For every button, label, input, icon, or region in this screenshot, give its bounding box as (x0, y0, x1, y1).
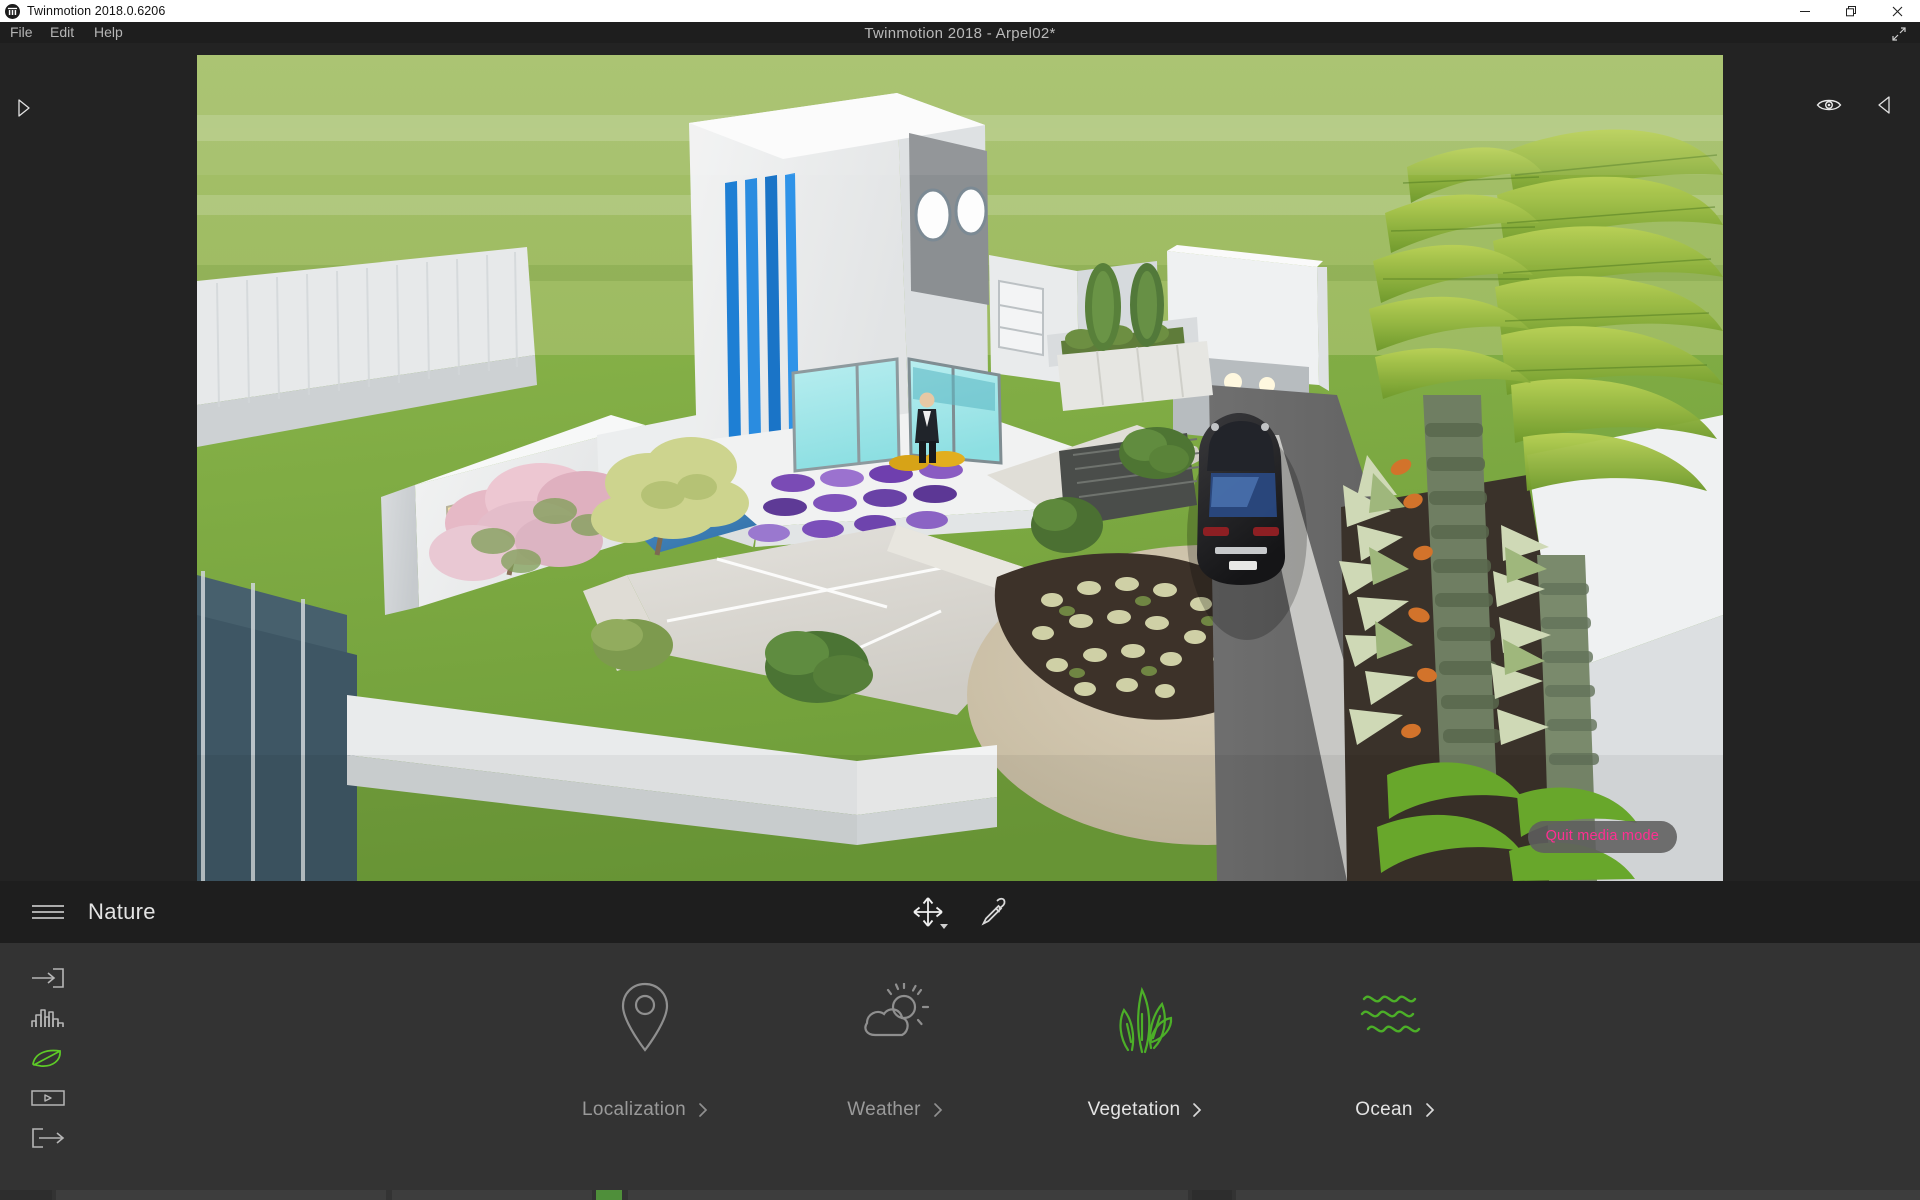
dock-rail (0, 943, 92, 1200)
tile-localization-label-row: Localization (582, 1099, 708, 1121)
minimize-button[interactable] (1782, 0, 1828, 22)
app-title: Twinmotion 2018.0.6206 (27, 4, 166, 18)
close-button[interactable] (1874, 0, 1920, 22)
library-segment-active[interactable] (596, 1190, 622, 1200)
tile-weather[interactable]: Weather (770, 943, 1020, 1121)
tile-vegetation[interactable]: Vegetation (1020, 943, 1270, 1121)
chevron-right-icon (1425, 1102, 1435, 1118)
restore-button[interactable] (1828, 0, 1874, 22)
chevron-right-icon (698, 1102, 708, 1118)
rail-item-urban[interactable] (30, 1003, 66, 1033)
triangle-left-icon[interactable] (1872, 93, 1898, 117)
quit-media-mode-button[interactable]: Quit media mode (1527, 821, 1677, 853)
rail-item-media[interactable] (30, 1083, 66, 1113)
chevron-right-icon (933, 1102, 943, 1118)
menu-item-help[interactable]: Help (94, 22, 123, 43)
menu-bar: File Edit Help (0, 22, 1920, 43)
chevron-right-icon (1192, 1102, 1202, 1118)
rail-item-nature[interactable] (30, 1043, 66, 1073)
viewport-stage: Quit media mode (0, 43, 1920, 881)
window-title-bar: Twinmotion 2018.0.6206 (0, 0, 1920, 22)
tile-ocean-label-row: Ocean (1355, 1099, 1434, 1121)
eyedropper-icon[interactable] (971, 891, 1013, 933)
tile-localization-label: Localization (582, 1099, 686, 1120)
library-segment[interactable] (392, 1190, 592, 1200)
sun-cloud-icon (857, 979, 933, 1057)
library-segment[interactable] (628, 1190, 1188, 1200)
triangle-right-icon[interactable] (10, 93, 36, 123)
rail-item-export[interactable] (30, 1123, 66, 1153)
view-tools (1816, 93, 1898, 117)
library-segment[interactable] (0, 1190, 52, 1200)
tile-weather-label: Weather (847, 1099, 921, 1120)
eye-icon[interactable] (1816, 93, 1842, 117)
library-strip[interactable] (0, 1190, 1920, 1200)
rail-item-import[interactable] (30, 963, 66, 993)
expand-window-icon[interactable] (1890, 25, 1908, 43)
library-segment[interactable] (56, 1190, 386, 1200)
dock-header: Nature (0, 881, 1920, 943)
menu-item-file[interactable]: File (10, 22, 33, 43)
tile-vegetation-label-row: Vegetation (1088, 1099, 1203, 1121)
move-tool-icon[interactable] (907, 891, 949, 933)
twinmotion-logo-icon (5, 3, 20, 19)
render-viewport[interactable]: Quit media mode (197, 55, 1723, 881)
dock-center-tools (0, 881, 1920, 943)
library-segment[interactable] (1236, 1190, 1920, 1200)
library-segment[interactable] (1192, 1190, 1232, 1200)
category-tiles: Localization Weather Vegetation Ocean (520, 943, 1520, 1173)
leaves-icon (1108, 979, 1182, 1057)
tile-ocean-label: Ocean (1355, 1099, 1413, 1120)
map-pin-icon (616, 979, 674, 1057)
tile-weather-label-row: Weather (847, 1099, 943, 1121)
tile-localization[interactable]: Localization (520, 943, 770, 1121)
tile-vegetation-label: Vegetation (1087, 1099, 1181, 1120)
chevron-down-icon[interactable] (940, 924, 948, 929)
dock-title: Nature (88, 899, 156, 924)
menu-item-edit[interactable]: Edit (50, 22, 74, 43)
window-controls (1782, 0, 1920, 22)
tile-ocean[interactable]: Ocean (1270, 943, 1520, 1121)
dock-body: Localization Weather Vegetation Ocean (0, 943, 1920, 1200)
water-waves-icon (1358, 979, 1432, 1057)
hamburger-icon[interactable] (30, 900, 66, 924)
